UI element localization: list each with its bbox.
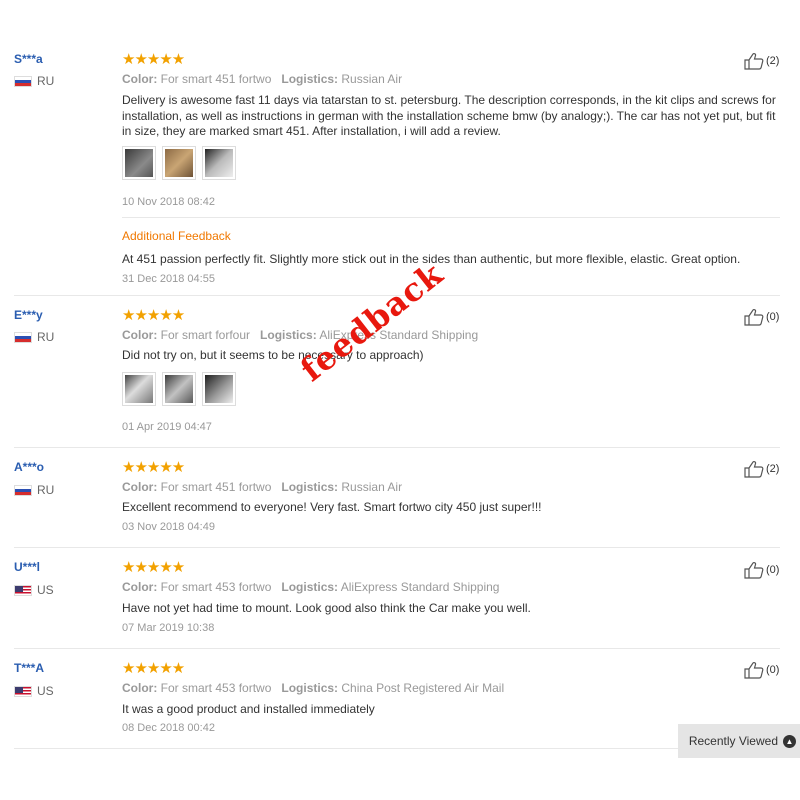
recently-viewed-label: Recently Viewed: [688, 734, 778, 748]
review-date: 01 Apr 2019 04:47: [122, 421, 212, 433]
thumbs-up-icon: [744, 461, 764, 478]
additional-feedback-text: At 451 passion perfectly fit. Slightly m…: [122, 252, 741, 266]
reviewer-country: RU: [14, 330, 54, 344]
review-photo[interactable]: [162, 146, 196, 180]
star-rating: ★★★★★: [122, 660, 185, 677]
review-divider: [14, 547, 780, 548]
review-text: It was a good product and installed imme…: [122, 702, 375, 716]
reviewer-name[interactable]: U***l: [14, 560, 40, 574]
reviewer-country: RU: [14, 74, 54, 88]
helpful-button[interactable]: (0): [744, 561, 779, 579]
helpful-count: (2): [766, 55, 780, 67]
review-photo[interactable]: [202, 372, 236, 406]
order-info: Color: For smart 451 fortwo Logistics: Ru…: [122, 72, 403, 86]
helpful-button[interactable]: (2): [744, 52, 779, 70]
russia-flag-icon: [14, 484, 32, 496]
review-divider: [14, 748, 780, 749]
us-flag-icon: [14, 685, 32, 697]
star-rating: ★★★★★: [122, 51, 185, 68]
thumbs-up-icon: [744, 562, 764, 579]
review-date: 08 Dec 2018 00:42: [122, 722, 215, 734]
reviewer-country: US: [14, 684, 54, 698]
russia-flag-icon: [14, 75, 32, 87]
review-text: Have not yet had time to mount. Look goo…: [122, 601, 531, 615]
us-flag-icon: [14, 584, 32, 596]
chevron-up-icon: ▲: [783, 734, 796, 748]
reviewer-name[interactable]: S***a: [14, 52, 43, 66]
review-text: Excellent recommend to everyone! Very fa…: [122, 500, 542, 514]
reviewer-name[interactable]: A***o: [14, 460, 44, 474]
recently-viewed-button[interactable]: Recently Viewed ▲: [678, 724, 800, 758]
review-photo[interactable]: [122, 372, 156, 406]
review-photo[interactable]: [162, 372, 196, 406]
divider: [122, 217, 780, 218]
review-photos: [122, 146, 236, 180]
order-info: Color: For smart 451 fortwo Logistics: Ru…: [122, 480, 403, 494]
reviewer-country: RU: [14, 483, 54, 497]
feedback-watermark: feedback: [293, 254, 451, 389]
star-rating: ★★★★★: [122, 307, 185, 324]
thumbs-up-icon: [744, 662, 764, 679]
additional-feedback-date: 31 Dec 2018 04:55: [122, 273, 215, 285]
additional-feedback-label: Additional Feedback: [122, 229, 231, 243]
review-divider: [14, 447, 780, 448]
star-rating: ★★★★★: [122, 559, 185, 576]
helpful-count: (0): [766, 311, 780, 323]
review-photo[interactable]: [202, 146, 236, 180]
review-photo[interactable]: [122, 146, 156, 180]
russia-flag-icon: [14, 331, 32, 343]
thumbs-up-icon: [744, 309, 764, 326]
thumbs-up-icon: [744, 53, 764, 70]
review-text: Delivery is awesome fast 11 days via tat…: [122, 93, 776, 138]
helpful-count: (0): [766, 664, 780, 676]
reviewer-name[interactable]: E***y: [14, 308, 43, 322]
reviewer-country: US: [14, 583, 54, 597]
order-info: Color: For smart forfour Logistics: AliEx…: [122, 328, 479, 342]
review-text: Did not try on, but it seems to be neces…: [122, 348, 424, 362]
review-date: 10 Nov 2018 08:42: [122, 196, 215, 208]
review-divider: [14, 648, 780, 649]
helpful-button[interactable]: (2): [744, 460, 779, 478]
reviewer-name[interactable]: T***A: [14, 661, 44, 675]
review-photos: [122, 372, 236, 406]
review-date: 07 Mar 2019 10:38: [122, 622, 215, 634]
helpful-button[interactable]: (0): [744, 308, 779, 326]
helpful-count: (2): [766, 463, 780, 475]
helpful-button[interactable]: (0): [744, 661, 779, 679]
order-info: Color: For smart 453 fortwo Logistics: Ch…: [122, 681, 505, 695]
star-rating: ★★★★★: [122, 459, 185, 476]
helpful-count: (0): [766, 564, 780, 576]
order-info: Color: For smart 453 fortwo Logistics: Al…: [122, 580, 500, 594]
review-date: 03 Nov 2018 04:49: [122, 521, 215, 533]
